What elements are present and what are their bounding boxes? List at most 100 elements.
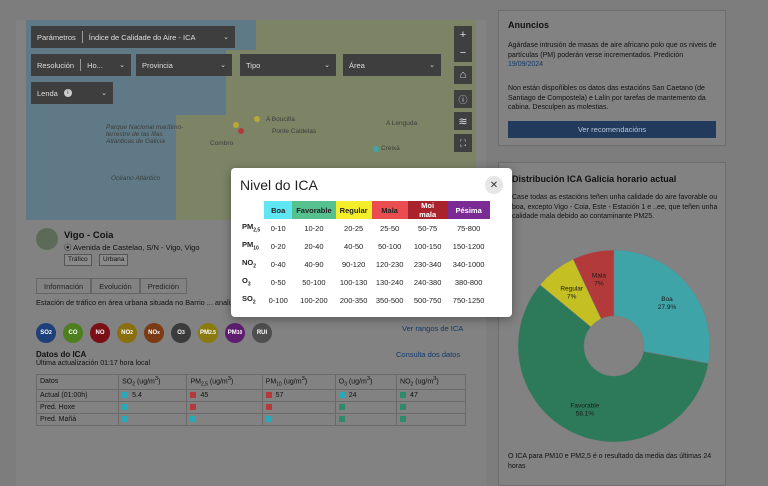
ver-rangos-link[interactable]: Ver rangos de ICA xyxy=(402,324,463,333)
table-row: Pred. Hoxe xyxy=(35,400,466,414)
ica-row: O3 0-50 50-100 100-130 130-240 240-380 3… xyxy=(238,273,490,291)
table-row: Pred. Mañá xyxy=(35,412,466,426)
table-header: O3 (ug/m3) xyxy=(334,374,398,390)
pill-so2[interactable]: SO 2 xyxy=(36,323,56,343)
pollutant-subscript: 2 xyxy=(252,299,256,306)
pie-value-label: 7% xyxy=(567,293,577,300)
ica-cell: 40-90 xyxy=(304,259,324,269)
distribucion-footnote: O ICA para PM10 e PM2,5 é o resultado da… xyxy=(508,453,712,470)
info-icon[interactable]: ⓘ xyxy=(454,90,472,108)
ica-cell: 10-20 xyxy=(304,223,324,233)
provincia-label: Provincia xyxy=(142,60,173,70)
pill-no[interactable]: NO xyxy=(90,323,110,343)
table-cell xyxy=(396,400,466,414)
pollutant-name: NO xyxy=(242,258,254,268)
ica-cell: 200-350 xyxy=(339,295,368,305)
pill-nox[interactable]: NO x xyxy=(144,323,164,343)
map-label: A Boucifia xyxy=(266,116,295,123)
ica-cell: 50-100 xyxy=(377,241,402,251)
ver-recomendacions-button[interactable]: Ver recomendacións xyxy=(508,121,716,138)
ica-cell: 240-380 xyxy=(413,277,442,287)
pill-rui[interactable]: RUI xyxy=(252,323,272,343)
ica-row: SO2 0-100 100-200 200-350 350-500 500-75… xyxy=(238,291,490,309)
ica-cell: 380-800 xyxy=(454,277,483,287)
pill-pm25[interactable]: PM 2.5 xyxy=(198,323,218,343)
level-swatch xyxy=(338,391,345,398)
table-cell xyxy=(118,400,188,414)
table-cell: 45 xyxy=(186,388,263,402)
layers-icon[interactable]: ≋ xyxy=(454,112,472,130)
datos-subtitle: Última actualización 01:17 hora local xyxy=(36,360,151,367)
station-marker[interactable] xyxy=(233,122,239,128)
chevron-down-icon: ⌄ xyxy=(223,34,229,41)
map-label: Creixá xyxy=(381,145,400,152)
table-cell xyxy=(261,400,336,414)
tipo-select[interactable]: Tipo ⌄ xyxy=(240,54,336,76)
ica-cell: 50-100 xyxy=(302,277,326,287)
zoom-in-icon[interactable]: + xyxy=(454,26,472,44)
distribucion-pie-chart: Boa27.9%Favorable58.1%Regular7%Mala7% xyxy=(517,249,711,443)
resolucion-label: Resolución xyxy=(37,60,75,70)
tab-informacion[interactable]: Información xyxy=(36,278,92,294)
station-name: Vigo - Coia xyxy=(64,230,114,241)
level-swatch xyxy=(265,391,272,398)
tipo-label: Tipo xyxy=(246,60,261,70)
tab-evolucion[interactable]: Evolución xyxy=(91,278,140,294)
ica-row: PM10 0-20 20-40 40-50 50-100 100-150 150… xyxy=(238,237,490,255)
ica-cell: 150-1200 xyxy=(452,241,485,251)
pie-label: Boa xyxy=(661,296,673,303)
map-label: Ponte Caldelas xyxy=(272,128,317,135)
ica-cell: 230-340 xyxy=(413,259,442,269)
station-marker[interactable] xyxy=(238,128,244,134)
pill-pm10[interactable]: PM 10 xyxy=(225,323,245,343)
table-cell xyxy=(334,400,398,414)
lenda-select[interactable]: Lenda i ⌄ xyxy=(31,82,113,104)
pill-co[interactable]: CO xyxy=(63,323,83,343)
tab-predicion[interactable]: Predición xyxy=(139,278,187,294)
home-icon[interactable]: ⌂ xyxy=(454,66,472,84)
row-label: Pred. Mañá xyxy=(35,412,120,426)
zoom-out-icon[interactable]: − xyxy=(454,44,472,62)
close-icon[interactable]: ✕ xyxy=(485,176,503,194)
area-select[interactable]: Área ⌄ xyxy=(343,54,441,76)
station-marker[interactable] xyxy=(373,146,379,152)
fullscreen-icon[interactable]: ⛶ xyxy=(454,134,472,152)
ica-cell: 500-750 xyxy=(413,295,442,305)
cell-value: 45 xyxy=(200,391,209,399)
chevron-down-icon: ⌄ xyxy=(220,62,226,69)
pill-o3[interactable]: O3 xyxy=(171,323,191,343)
ica-cell: 0-40 xyxy=(270,259,286,269)
pill-no2[interactable]: NO 2 xyxy=(117,323,137,343)
station-address-text: Avenida de Castelao, S/N - Vigo, Vigo xyxy=(73,243,200,252)
chevron-down-icon: ⌄ xyxy=(324,62,330,69)
pollutant-name: SO xyxy=(242,294,253,304)
divider xyxy=(81,31,83,43)
station-avatar xyxy=(36,228,58,250)
pie-label: Mala xyxy=(592,273,606,280)
ica-level-regular: Regular xyxy=(335,201,372,219)
level-swatch xyxy=(400,403,407,410)
resolucion-select[interactable]: Resolución Ho... ⌄ xyxy=(31,54,131,76)
parametros-select[interactable]: Parámetros Índice de Calidade do Aire - … xyxy=(31,26,235,48)
ica-cell: 40-50 xyxy=(344,241,364,251)
table-header: NO2 (ug/m3) xyxy=(396,374,466,390)
ica-row-label: SO2 xyxy=(238,291,264,309)
datos-title: Datos do ICA xyxy=(36,350,87,359)
anuncios-date-link[interactable]: 19/09/2024 xyxy=(508,61,543,68)
ica-cell: 100-200 xyxy=(300,295,328,305)
cell-value: 5.4 xyxy=(132,391,142,399)
consulta-datos-link[interactable]: Consulta dos datos xyxy=(396,350,460,359)
station-marker[interactable] xyxy=(254,116,260,122)
parametros-label: Parámetros xyxy=(37,32,76,42)
ica-level-favorable: Favorable xyxy=(292,201,336,219)
provincia-select[interactable]: Provincia ⌄ xyxy=(136,54,232,76)
ica-row-label: NO2 xyxy=(238,255,264,273)
level-swatch xyxy=(122,415,129,422)
divider xyxy=(80,59,82,71)
ica-cell: 0-10 xyxy=(270,223,286,233)
ica-level-pesima: Pésima xyxy=(447,201,490,219)
pollutant-name: PM xyxy=(242,240,254,250)
chevron-down-icon: ⌄ xyxy=(429,62,435,69)
map-label: Combro xyxy=(210,140,234,147)
pollutant-subscript: 10 xyxy=(253,245,259,252)
